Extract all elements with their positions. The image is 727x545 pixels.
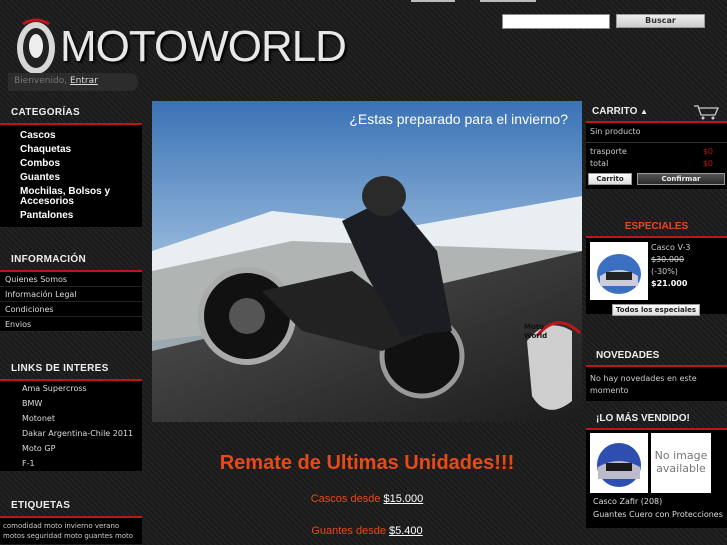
tag-cloud: comodidad moto invierno verano motos seg… [0,518,142,544]
info-item[interactable]: Envios [0,317,142,332]
best-sellers-body: No image available Casco Zafir (208) Gua… [586,430,727,528]
confirm-button[interactable]: Confirmar [637,173,725,185]
banner-image [152,101,582,422]
welcome-box: Bienvenido, Entrar [8,73,138,91]
info-item[interactable]: Condiciones [0,302,142,317]
info-title: INFORMACIÓN [0,247,142,272]
hero-banner[interactable]: ¿Estas preparado para el invierno? Moto … [152,101,582,422]
best-seller-item[interactable]: Guantes Cuero con Protecciones [593,510,723,519]
promo-cascos: Cascos desde $15.000 [152,493,582,505]
banner-logo: Moto World [524,323,548,340]
shipping-label: trasporte [590,147,627,156]
total-value: $0 [702,159,713,168]
category-item[interactable]: Guantes [20,171,142,185]
links-title: LINKS DE INTERES [0,356,142,381]
category-item[interactable]: Combos [20,157,142,171]
links-list: Ama Supercross BMW Motonet Dakar Argenti… [0,381,142,471]
login-link[interactable]: Entrar [70,76,98,86]
banner-caption: ¿Estas preparado para el invierno? [349,111,568,127]
link-item[interactable]: Moto GP [22,441,142,456]
cart-title: CARRITO [592,106,638,117]
specials-title: ESPECIALES [586,215,727,238]
category-item[interactable]: Mochilas, Bolsos y Accesorios [20,185,142,209]
info-item[interactable]: Quienes Somos [0,272,142,287]
news-title: NOVEDADES [586,344,727,367]
special-price: $21.000 [651,279,688,288]
category-item[interactable]: Cascos [20,129,142,143]
best-seller-item[interactable]: Casco Zafir (208) [593,497,662,506]
welcome-text: Bienvenido, [14,76,68,86]
link-item[interactable]: F-1 [22,456,142,471]
promo-title: Remate de Ultimas Unidades!!! [219,452,515,474]
search-button[interactable]: Buscar [616,14,705,28]
categories-list: Cascos Chaquetas Combos Guantes Mochilas… [0,125,142,227]
specials-body: Casco V-3 $30.000 (-30%) $21.000 Todos l… [586,238,727,316]
info-item[interactable]: Información Legal [0,287,142,302]
best-sellers-title: ¡LO MÁS VENDIDO! [586,407,727,430]
special-discount: (-30%) [651,267,678,276]
header: MOTOWORLD Bienvenido, Entrar Buscar [0,0,727,100]
info-list: Quienes Somos Información Legal Condicio… [0,272,142,332]
search-input[interactable] [502,14,610,29]
tag-line[interactable]: comodidad moto invierno verano [3,521,139,531]
promo-text: Cascos desde [310,493,384,505]
logo-helmet-icon [17,18,55,74]
tags-title: ETIQUETAS [0,493,142,518]
promo-price-link[interactable]: $5.400 [389,525,423,537]
cart-header[interactable]: CARRITO ▲ [586,100,727,123]
link-item[interactable]: BMW [22,396,142,411]
cart-actions: Carrito Confirmar [586,170,727,185]
cart-total-row: total $0 [586,158,727,170]
no-image-placeholder[interactable]: No image available [651,433,711,493]
special-info: Casco V-3 $30.000 (-30%) $21.000 [651,242,690,290]
shipping-value: $0 [702,147,713,156]
link-item[interactable]: Dakar Argentina-Chile 2011 [22,426,142,441]
cart-icon[interactable] [693,104,719,120]
news-body: No hay novedades en este momento [586,367,727,401]
category-item[interactable]: Chaquetas [20,143,142,157]
cart-shipping-row: trasporte $0 [586,146,727,158]
link-item[interactable]: Motonet [22,411,142,426]
right-sidebar: CARRITO ▲ Sin producto trasporte $0 tota… [586,100,727,528]
left-sidebar: CATEGORÍAS Cascos Chaquetas Combos Guant… [0,100,142,544]
triangle-up-icon[interactable]: ▲ [640,107,648,116]
news-text: No hay novedades en este momento [590,374,697,395]
special-old-price: $30.000 [651,255,685,264]
top-link-bar[interactable] [411,0,455,2]
category-item[interactable]: Pantalones [20,209,142,223]
top-link-bar[interactable] [480,0,536,2]
link-item[interactable]: Ama Supercross [22,381,142,396]
tag-line[interactable]: motos seguridad moto guantes moto [3,531,139,541]
helmet-product-image[interactable] [590,242,648,300]
no-image-text: No image available [654,449,708,475]
promo-guantes: Guantes desde $5.400 [152,525,582,537]
all-specials-button[interactable]: Todos los especiales [612,304,700,316]
cart-button[interactable]: Carrito [588,173,632,185]
promo-text: Guantes desde [311,525,389,537]
helmet-product-image[interactable] [590,433,648,493]
cart-body: Sin producto trasporte $0 total $0 Carri… [586,123,727,189]
categories-title: CATEGORÍAS [0,100,142,125]
special-name[interactable]: Casco V-3 [651,242,690,254]
total-label: total [590,159,609,168]
logo-text[interactable]: MOTOWORLD [60,22,347,72]
promo-price-link[interactable]: $15.000 [384,493,424,505]
cart-empty-text: Sin producto [586,123,727,143]
